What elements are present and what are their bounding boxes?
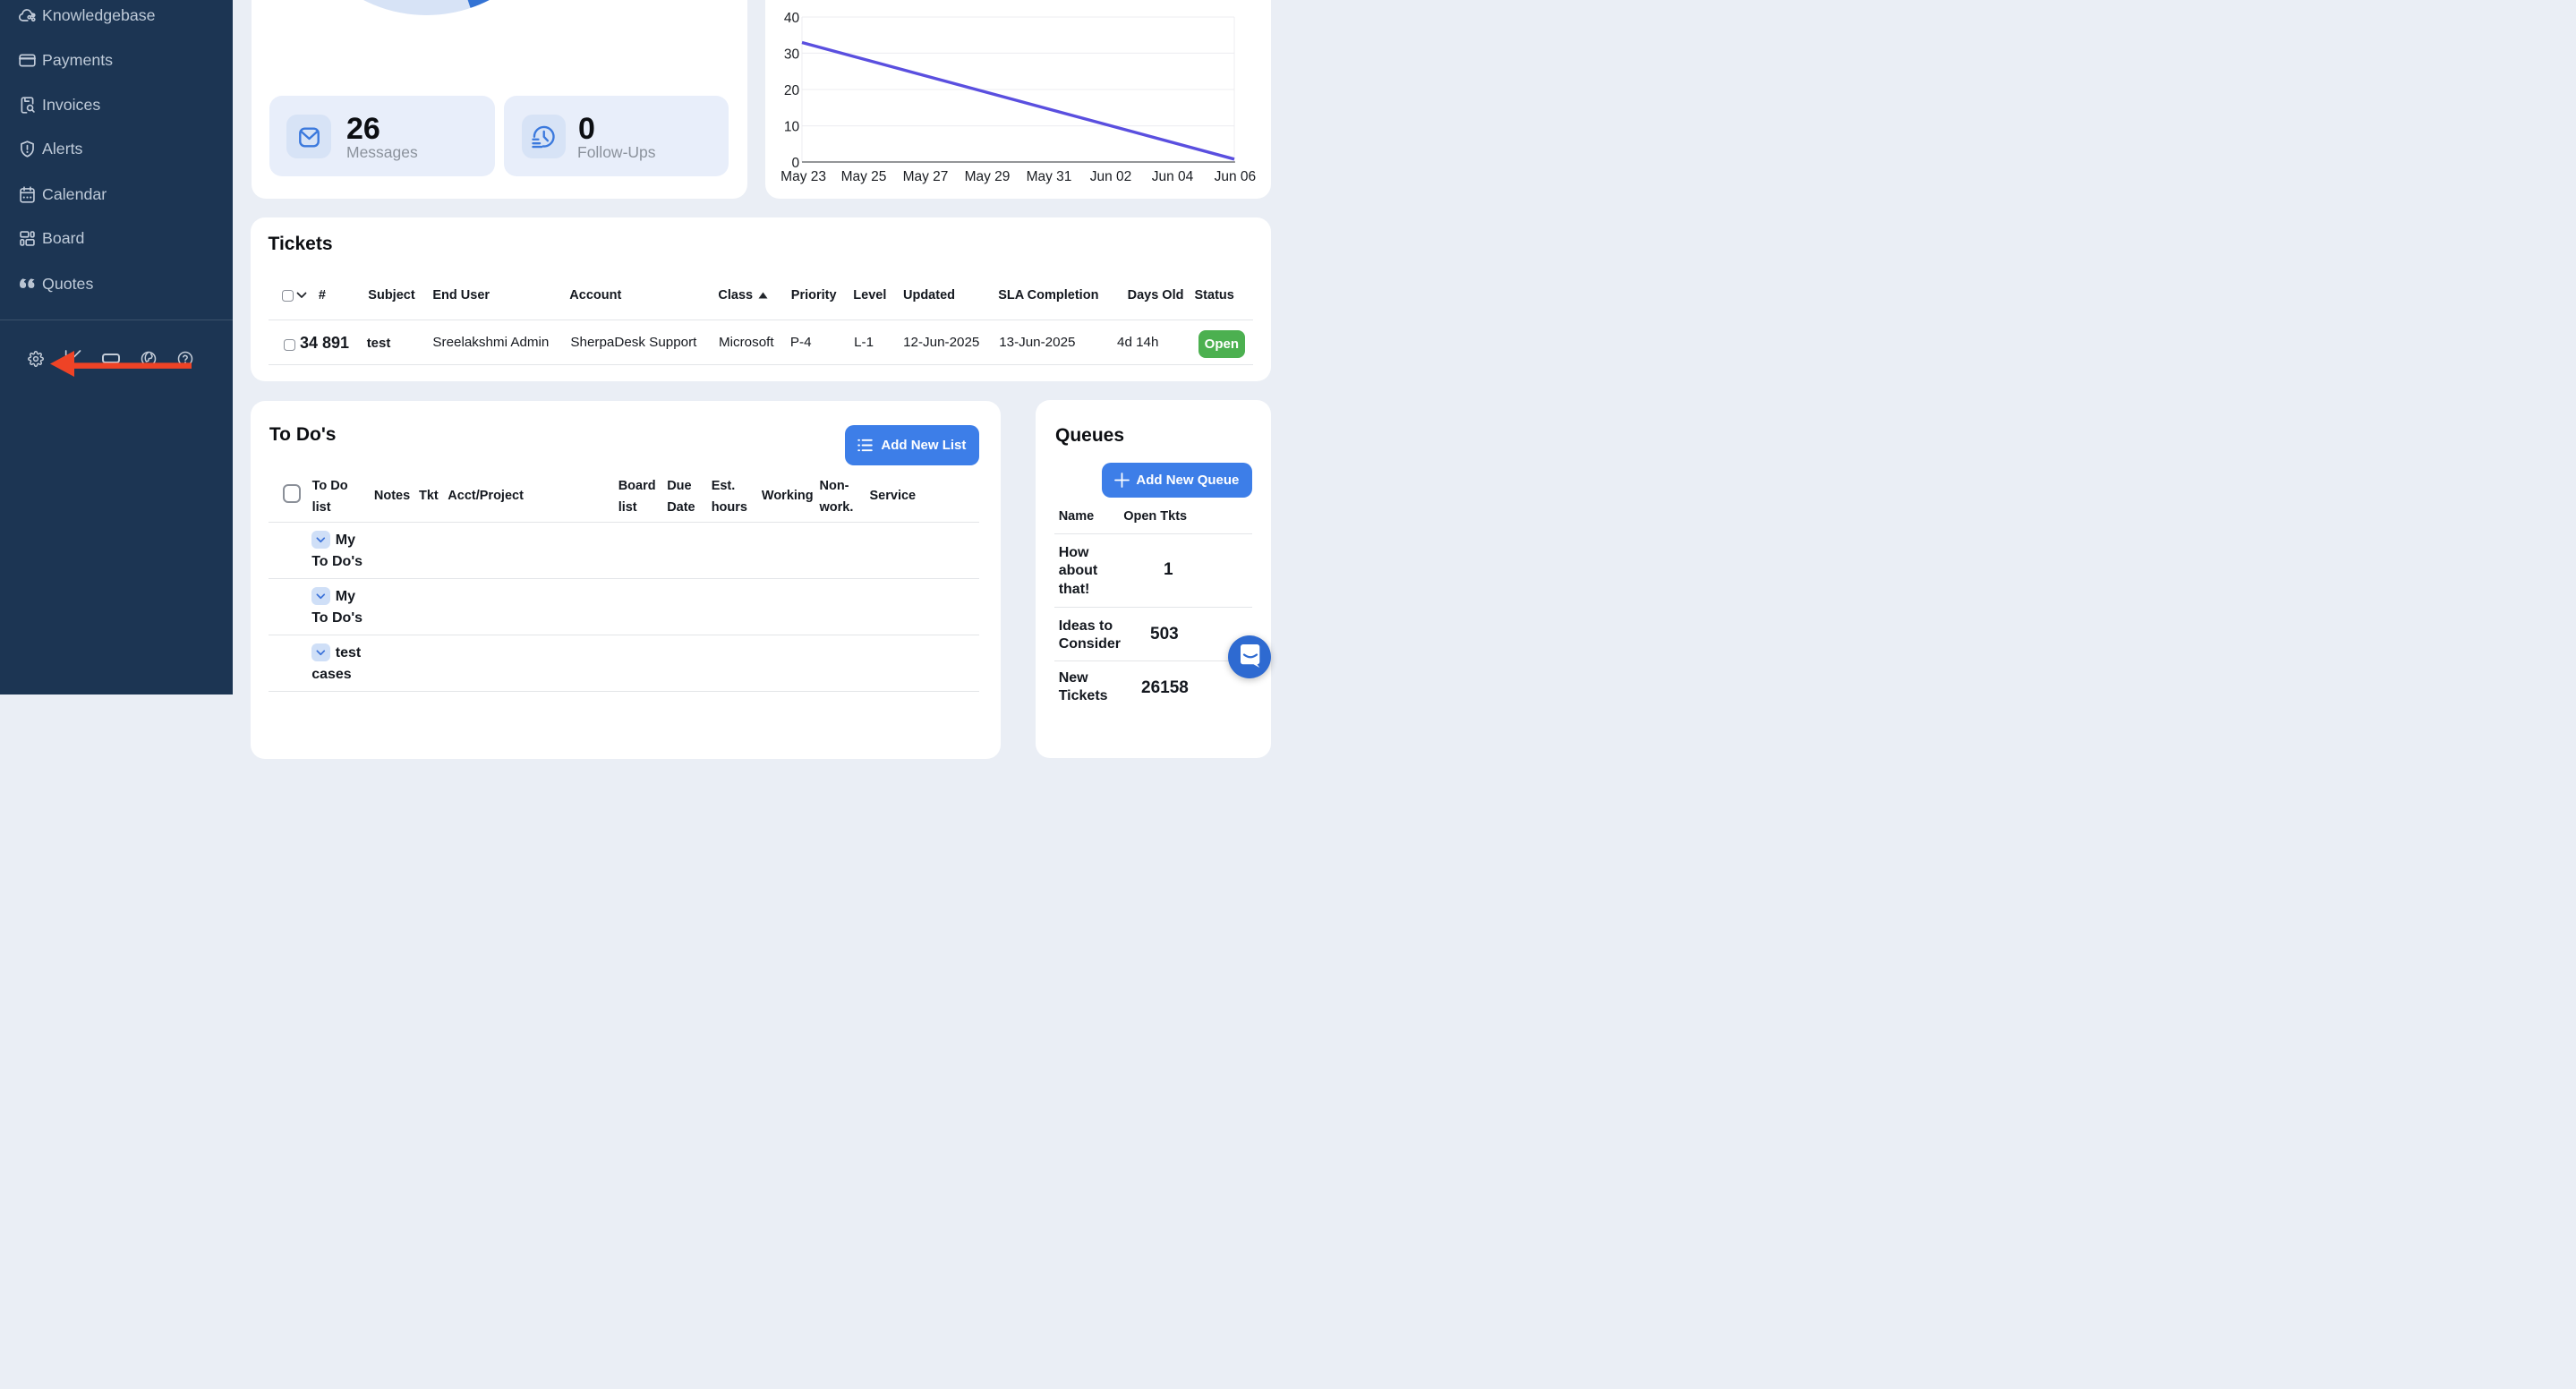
svg-text:Jun 04: Jun 04	[1152, 169, 1194, 184]
svg-text:10: 10	[784, 120, 800, 135]
svg-text:30: 30	[784, 47, 800, 62]
svg-text:May 29: May 29	[965, 169, 1011, 184]
svg-text:May 31: May 31	[1027, 169, 1072, 184]
svg-text:40: 40	[784, 11, 800, 26]
svg-text:May 23: May 23	[781, 169, 827, 184]
svg-text:May 25: May 25	[841, 169, 887, 184]
svg-text:Jun 02: Jun 02	[1090, 169, 1132, 184]
svg-text:Jun 06: Jun 06	[1215, 169, 1257, 184]
svg-text:20: 20	[784, 83, 800, 98]
svg-text:May 27: May 27	[903, 169, 949, 184]
